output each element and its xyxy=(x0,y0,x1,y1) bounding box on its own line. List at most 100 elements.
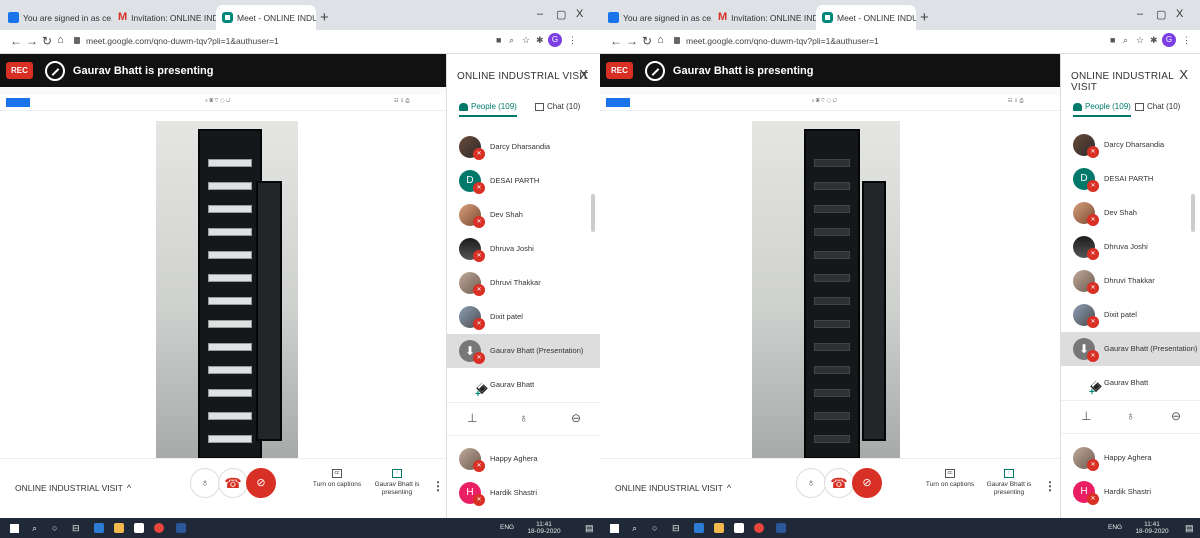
search-icon[interactable]: ⌕ xyxy=(1123,35,1128,46)
maximize-icon[interactable]: ▢ xyxy=(556,8,566,21)
browser-tab[interactable]: MInvitation: ONLINE INDUSTRIALX xyxy=(712,5,816,30)
extensions-icon[interactable]: ✱ xyxy=(1150,35,1158,46)
url-field[interactable]: meet.google.com/qno-duwm-tqv?pli=1&authu… xyxy=(674,33,1074,50)
forward-icon[interactable]: → xyxy=(626,34,638,48)
participant-row[interactable]: ◈ + Gaurav Bhatt xyxy=(447,368,600,402)
back-icon[interactable]: ← xyxy=(10,34,22,48)
home-icon[interactable]: ⌂ xyxy=(57,34,64,46)
cortana-icon[interactable]: ○ xyxy=(52,523,57,533)
file-explorer-icon[interactable] xyxy=(114,523,124,533)
browser-tab-active[interactable]: Meet - ONLINE INDUSTRIALX xyxy=(816,5,916,30)
minus-icon[interactable]: ⊖ xyxy=(1171,409,1181,423)
home-icon[interactable]: ⌂ xyxy=(657,34,664,46)
present-now-button[interactable]: ↑ Gaurav Bhatt is presenting xyxy=(985,469,1033,497)
participant-row[interactable]: D ✕ DESAI PARTH xyxy=(1061,162,1200,196)
participant-row[interactable]: ✕ Dhruvi Thakkar xyxy=(447,266,600,300)
cortana-icon[interactable]: ○ xyxy=(652,523,657,533)
pin-icon[interactable]: ⊥ xyxy=(1081,409,1091,423)
participant-row[interactable]: ✕ Dev Shah xyxy=(447,198,600,232)
new-tab-icon[interactable]: + xyxy=(320,9,329,26)
reload-icon[interactable]: ↻ xyxy=(42,34,52,48)
present-now-button[interactable]: ↑ Gaurav Bhatt is presenting xyxy=(373,469,421,497)
minimize-icon[interactable]: – xyxy=(1137,8,1143,20)
participant-row[interactable]: ✕ Happy Aghera xyxy=(447,442,600,476)
more-icon[interactable]: ⋮ xyxy=(1044,479,1056,493)
meeting-details[interactable]: ONLINE INDUSTRIAL VISIT ^ xyxy=(615,483,731,493)
profile-avatar[interactable]: G xyxy=(548,33,562,47)
task-view-icon[interactable]: ⊟ xyxy=(72,523,80,534)
participant-row[interactable]: ✕ Dixit patel xyxy=(1061,298,1200,332)
participant-row[interactable]: ✕ Dhruvi Thakkar xyxy=(1061,264,1200,298)
notifications-icon[interactable]: ▤ xyxy=(1185,523,1194,534)
camera-icon[interactable]: ■ xyxy=(496,35,501,45)
camera-icon[interactable]: ■ xyxy=(1110,35,1115,45)
chrome-icon[interactable] xyxy=(154,523,164,533)
camera-toggle-button[interactable]: ⊘ xyxy=(852,468,882,498)
participant-row[interactable]: D ✕ DESAI PARTH xyxy=(447,164,600,198)
url-field[interactable]: meet.google.com/qno-duwm-tqv?pli=1&authu… xyxy=(74,33,474,50)
word-icon[interactable] xyxy=(776,523,786,533)
participant-row[interactable]: ✕ Dhruva Joshi xyxy=(447,232,600,266)
browser-tab[interactable]: You are signed in as ce.dmmX xyxy=(602,5,712,30)
reload-icon[interactable]: ↻ xyxy=(642,34,652,48)
windows-icon[interactable] xyxy=(10,524,19,533)
captions-button[interactable]: cc Turn on captions xyxy=(920,469,980,489)
browser-tab[interactable]: MInvitation: ONLINE INDUSTRIALX xyxy=(112,5,216,30)
more-icon[interactable]: ⋮ xyxy=(432,479,444,493)
store-icon[interactable] xyxy=(134,523,144,533)
extensions-icon[interactable]: ✱ xyxy=(536,35,544,46)
tab-chat[interactable]: Chat (10) xyxy=(535,102,580,111)
edge-icon[interactable] xyxy=(694,523,704,533)
word-icon[interactable] xyxy=(176,523,186,533)
minimize-icon[interactable]: – xyxy=(537,8,543,20)
meeting-details[interactable]: ONLINE INDUSTRIAL VISIT ^ xyxy=(15,483,131,493)
end-call-button[interactable]: ☎ xyxy=(218,468,248,498)
edge-icon[interactable] xyxy=(94,523,104,533)
profile-avatar[interactable]: G xyxy=(1162,33,1176,47)
pin-icon[interactable]: ⊥ xyxy=(467,411,477,425)
camera-toggle-button[interactable]: ⊘ xyxy=(246,468,276,498)
tray-clock[interactable]: 11:41 18-09-2020 xyxy=(524,521,564,535)
search-icon[interactable]: ⌕ xyxy=(632,523,637,534)
mic-icon[interactable]: ♁ xyxy=(519,411,528,425)
tab-people[interactable]: People (109) xyxy=(1073,102,1131,117)
tray-lang[interactable]: ENG xyxy=(500,524,514,531)
maximize-icon[interactable]: ▢ xyxy=(1156,8,1166,21)
window-close-icon[interactable]: X xyxy=(576,8,583,20)
menu-icon[interactable]: ⋮ xyxy=(1182,35,1191,46)
windows-icon[interactable] xyxy=(610,524,619,533)
participant-row[interactable]: H ✕ Hardik Shastri xyxy=(1061,475,1200,509)
participant-row[interactable]: ✕ Happy Aghera xyxy=(1061,441,1200,475)
back-icon[interactable]: ← xyxy=(610,34,622,48)
participant-row[interactable]: ⬇ ✕ Gaurav Bhatt (Presentation) xyxy=(447,334,600,368)
tab-people[interactable]: People (109) xyxy=(459,102,517,117)
star-icon[interactable]: ☆ xyxy=(522,35,530,46)
menu-icon[interactable]: ⋮ xyxy=(568,35,577,46)
end-call-button[interactable]: ☎ xyxy=(824,468,854,498)
browser-tab[interactable]: You are signed in as ce.dmmX xyxy=(2,5,112,30)
participant-row[interactable]: ◈ + Gaurav Bhatt xyxy=(1061,366,1200,400)
participant-row[interactable]: ✕ Dhruva Joshi xyxy=(1061,230,1200,264)
new-tab-icon[interactable]: + xyxy=(920,9,929,26)
task-view-icon[interactable]: ⊟ xyxy=(672,523,680,534)
forward-icon[interactable]: → xyxy=(26,34,38,48)
browser-tab-active[interactable]: Meet - ONLINE INDUSTRIALX xyxy=(216,5,316,30)
participant-row[interactable]: ⬇ ✕ Gaurav Bhatt (Presentation) xyxy=(1061,332,1200,366)
tab-chat[interactable]: Chat (10) xyxy=(1135,102,1180,111)
search-icon[interactable]: ⌕ xyxy=(509,35,514,46)
search-icon[interactable]: ⌕ xyxy=(32,523,37,534)
participant-row[interactable]: ✕ Darcy Dharsandia xyxy=(447,130,600,164)
participant-row[interactable]: ✕ Dixit patel xyxy=(447,300,600,334)
close-icon[interactable]: X xyxy=(579,67,588,82)
mic-icon[interactable]: ♁ xyxy=(1126,409,1135,423)
participant-row[interactable]: ✕ Darcy Dharsandia xyxy=(1061,128,1200,162)
notifications-icon[interactable]: ▤ xyxy=(585,523,594,534)
file-explorer-icon[interactable] xyxy=(714,523,724,533)
tray-lang[interactable]: ENG xyxy=(1108,524,1122,531)
star-icon[interactable]: ☆ xyxy=(1136,35,1144,46)
chrome-icon[interactable] xyxy=(754,523,764,533)
participant-row[interactable]: ✕ Dev Shah xyxy=(1061,196,1200,230)
mic-toggle-button[interactable]: ♁ xyxy=(796,468,826,498)
captions-button[interactable]: cc Turn on captions xyxy=(307,469,367,489)
window-close-icon[interactable]: X xyxy=(1176,8,1183,20)
